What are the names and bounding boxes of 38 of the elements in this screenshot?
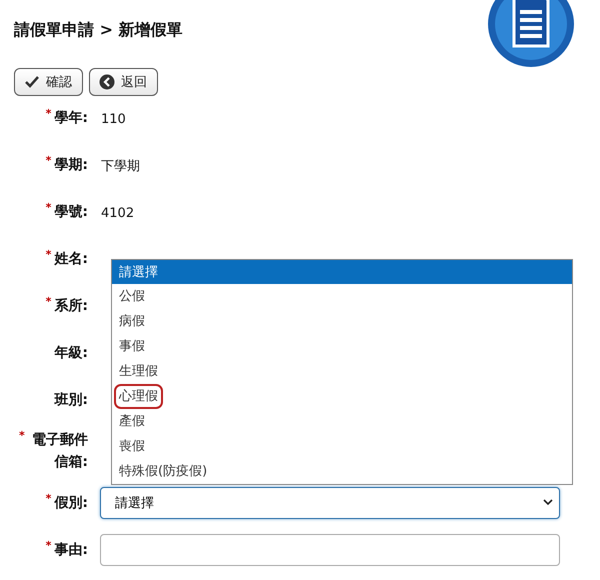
dropdown-option[interactable]: 公假 [112, 284, 572, 309]
dropdown-option[interactable]: 喪假 [112, 434, 572, 459]
required-mark: * [46, 200, 52, 214]
checkmark-icon [24, 74, 40, 90]
leave-type-select[interactable]: 請選擇 [100, 486, 560, 518]
chevron-down-icon [543, 499, 553, 506]
dropdown-option[interactable]: 病假 [112, 309, 572, 334]
field-value: 下學期 [100, 158, 140, 174]
field-label: 事由: [54, 540, 88, 560]
reason-field[interactable] [100, 534, 560, 566]
field-label: 年級: [54, 344, 88, 362]
field-label: 電子郵件信箱: [31, 431, 88, 472]
required-mark: * [46, 154, 52, 168]
required-mark: * [46, 538, 52, 552]
field-label: 學號: [54, 202, 88, 222]
field-label: 假別: [54, 494, 88, 512]
field-label: 學期: [54, 156, 88, 174]
page-title: 請假單申請 > 新增假單 [14, 19, 183, 41]
dropdown-option[interactable]: 事假 [112, 334, 572, 359]
dropdown-option[interactable]: 心理假 [112, 384, 572, 409]
required-mark: * [46, 248, 52, 262]
dropdown-option[interactable]: 產假 [112, 409, 572, 434]
field-label: 姓名: [54, 250, 88, 268]
field-label: 系所: [54, 296, 88, 316]
dropdown-option[interactable]: 請選擇 [112, 260, 572, 284]
field-label: 班別: [54, 390, 88, 410]
required-mark: * [46, 492, 52, 506]
field-label: 學年: [54, 108, 88, 128]
dropdown-option[interactable]: 特殊假(防疫假) [112, 459, 572, 484]
field-value: 110 [100, 112, 126, 127]
required-mark: * [46, 106, 52, 120]
dropdown-option[interactable]: 生理假 [112, 359, 572, 384]
required-mark: * [46, 294, 52, 308]
document-logo-icon [486, 0, 576, 68]
field-value: 4102 [100, 206, 134, 221]
back-button[interactable]: 返回 [89, 68, 158, 96]
confirm-button[interactable]: 確認 [14, 68, 83, 96]
required-mark: * [19, 429, 25, 443]
